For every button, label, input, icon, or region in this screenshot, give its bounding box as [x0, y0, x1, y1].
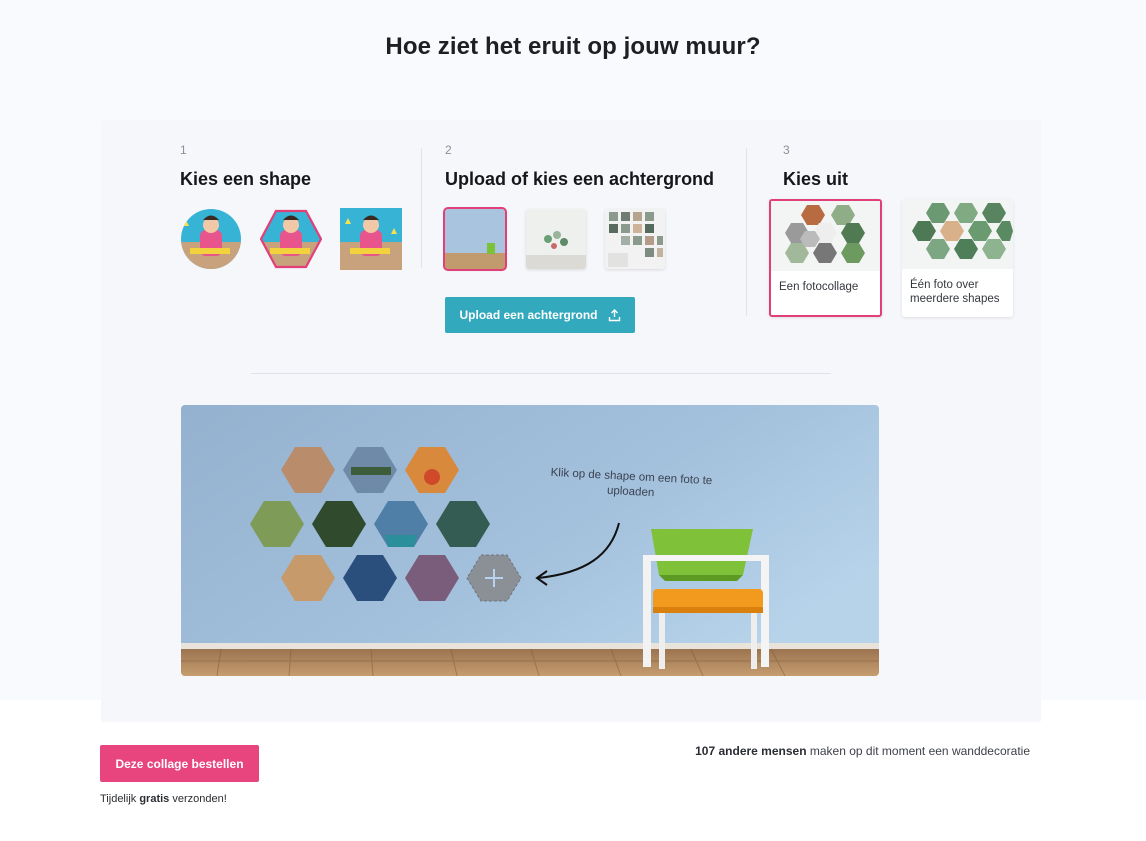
background-white-wall[interactable] [526, 209, 586, 269]
social-proof-count: 107 andere mensen [695, 744, 807, 758]
page-title: Hoe ziet het eruit op jouw muur? [385, 33, 761, 60]
square-shape-icon [340, 208, 402, 270]
background-blue-wall[interactable] [443, 207, 507, 271]
shape-hexagon-option[interactable] [260, 208, 322, 270]
step-3-title: Kies uit [783, 169, 849, 189]
social-proof-text: 107 andere mensen maken op dit moment ee… [695, 744, 1030, 758]
shape-square-option[interactable] [340, 208, 402, 270]
upload-icon [608, 308, 620, 321]
shipping-free-text: gratis [139, 793, 170, 805]
upload-background-button[interactable]: Upload een achtergrond [445, 297, 635, 333]
step-3-number: 3 [783, 143, 790, 157]
shipping-note: Tijdelijk gratis verzonden! [100, 793, 227, 805]
blue-wall-thumbnail [445, 209, 505, 269]
photo-wall-thumbnail [605, 209, 665, 269]
hexagon-shape-icon [260, 209, 322, 269]
white-wall-thumbnail [526, 209, 586, 269]
step-1-title: Kies een shape [180, 169, 312, 189]
social-proof-rest: maken op dit moment een wanddecoratie [806, 744, 1030, 758]
step-2-title: Upload of kies een achtergrond [445, 169, 715, 189]
photo-collage-preview [771, 201, 880, 271]
section-divider [251, 373, 831, 374]
shipping-prefix: Tijdelijk [100, 793, 140, 805]
wall-preview-image [181, 405, 879, 676]
step-divider [421, 148, 422, 268]
option-single-photo-label: Één foto over meerdere shapes [910, 279, 1000, 305]
option-single-photo-multi-shapes[interactable]: Één foto over meerdere shapes [902, 199, 1013, 317]
order-collage-button[interactable]: Deze collage bestellen [100, 745, 259, 782]
step-divider [746, 148, 747, 316]
step-1-number: 1 [180, 143, 187, 157]
single-photo-preview [902, 199, 1013, 269]
shape-circle-option[interactable] [180, 208, 242, 270]
option-photo-collage-label: Een fotocollage [779, 281, 859, 293]
wall-preview [181, 405, 879, 676]
shipping-suffix: verzonden! [169, 793, 227, 805]
circle-shape-icon [181, 209, 241, 269]
upload-button-label: Upload een achtergrond [459, 308, 598, 322]
background-photo-wall[interactable] [605, 209, 665, 269]
option-photo-collage[interactable]: Een fotocollage [769, 199, 882, 317]
step-2-number: 2 [445, 143, 452, 157]
